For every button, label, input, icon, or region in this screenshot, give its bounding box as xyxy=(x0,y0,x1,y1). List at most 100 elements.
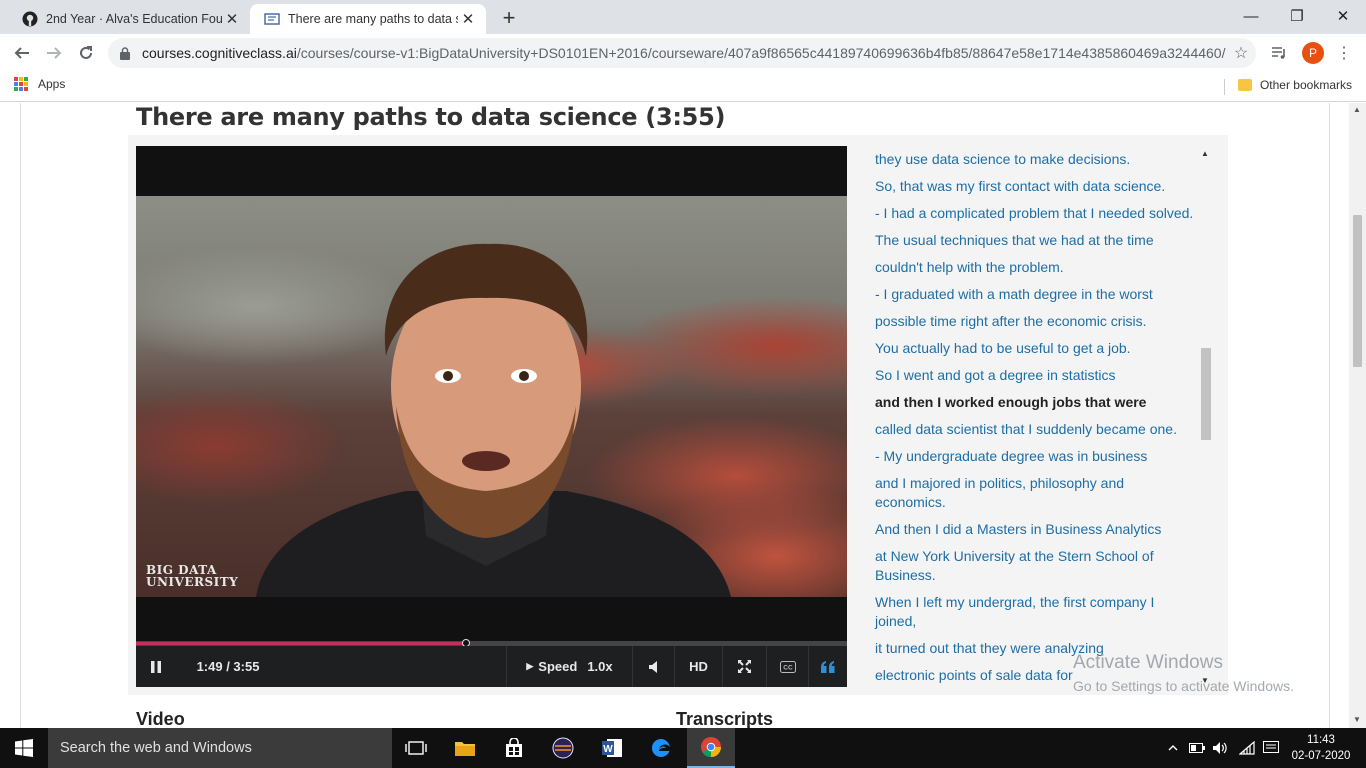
cc-icon: CC xyxy=(779,660,796,673)
transcript-line[interactable]: - I had a complicated problem that I nee… xyxy=(863,200,1198,227)
page-scrollbar[interactable]: ▲ ▼ xyxy=(1349,103,1366,728)
url-host: courses.cognitiveclass.ai xyxy=(142,45,297,61)
task-view-icon[interactable] xyxy=(392,728,440,768)
other-bookmarks-label: Other bookmarks xyxy=(1259,78,1352,92)
clock-time: 11:43 xyxy=(1307,734,1335,746)
start-button[interactable] xyxy=(0,728,48,768)
close-icon[interactable]: ✕ xyxy=(222,9,242,29)
svg-text:W: W xyxy=(603,744,613,755)
volume-tray-icon[interactable] xyxy=(1210,728,1232,768)
speed-label: Speed xyxy=(538,659,578,674)
eclipse-icon[interactable] xyxy=(539,728,587,768)
transcript-line[interactable]: You actually had to be useful to get a j… xyxy=(863,335,1198,362)
transcript-scrollbar[interactable]: ▲ ▼ xyxy=(1199,146,1213,687)
transcript-line[interactable]: at New York University at the Stern Scho… xyxy=(863,543,1198,589)
transcript-panel[interactable]: they use data science to make decisions.… xyxy=(863,146,1215,687)
menu-kebab-icon[interactable]: ⋮ xyxy=(1332,39,1356,67)
battery-icon[interactable] xyxy=(1186,728,1208,768)
speaker-figure xyxy=(256,243,731,597)
window-close-button[interactable]: ✕ xyxy=(1320,0,1366,32)
pause-button[interactable] xyxy=(142,646,170,687)
file-explorer-icon[interactable] xyxy=(441,728,489,768)
progress-fill xyxy=(136,642,466,645)
lock-icon xyxy=(120,46,134,60)
transcript-line[interactable]: couldn't help with the problem. xyxy=(863,254,1198,281)
fullscreen-button[interactable] xyxy=(722,646,766,687)
other-bookmarks[interactable]: Other bookmarks xyxy=(1237,78,1352,92)
transcript-line[interactable]: So, that was my first contact with data … xyxy=(863,173,1198,200)
volume-icon xyxy=(648,660,657,673)
hd-button[interactable]: HD xyxy=(674,646,722,687)
transcript-line[interactable]: And then I did a Masters in Business Ana… xyxy=(863,516,1198,543)
edge-icon[interactable] xyxy=(637,728,685,768)
clock-date: 02-07-2020 xyxy=(1291,750,1351,762)
folder-icon xyxy=(1237,79,1252,91)
bookmarks-bar: Apps Other bookmarks xyxy=(0,72,1366,102)
transcript-line[interactable]: they use data science to make decisions. xyxy=(863,146,1198,173)
fullscreen-icon xyxy=(738,660,751,673)
scroll-up-icon[interactable]: ▲ xyxy=(1353,105,1361,114)
apps-label: Apps xyxy=(38,77,66,91)
profile-avatar[interactable]: P xyxy=(1300,39,1326,67)
scroll-up-icon[interactable]: ▲ xyxy=(1201,149,1209,158)
transcript-scroll-thumb[interactable] xyxy=(1201,348,1211,440)
time-display: 1:49 / 3:55 xyxy=(196,659,260,674)
new-tab-button[interactable]: + xyxy=(496,5,522,30)
video-section-heading: Video xyxy=(136,709,185,728)
speed-value: 1.0x xyxy=(587,659,613,674)
transcript-line[interactable]: possible time right after the economic c… xyxy=(863,308,1198,335)
tray-chevron-icon[interactable] xyxy=(1164,728,1182,768)
page-scroll-thumb[interactable] xyxy=(1353,215,1362,367)
transcript-line[interactable]: - My undergraduate degree was in busines… xyxy=(863,443,1198,470)
captions-button[interactable]: CC xyxy=(766,646,808,687)
windows-logo-icon xyxy=(15,739,33,757)
word-icon[interactable]: W xyxy=(588,728,636,768)
page-viewport: There are many paths to data science (3:… xyxy=(0,103,1366,728)
minimize-button[interactable]: — xyxy=(1228,0,1274,32)
restore-button[interactable]: ❐ xyxy=(1274,0,1320,32)
transcript-line[interactable]: - I graduated with a math degree in the … xyxy=(863,281,1198,308)
volume-button[interactable] xyxy=(632,646,674,687)
tab-github[interactable]: 2nd Year · Alva's Education Found ✕ xyxy=(8,4,250,34)
back-button[interactable] xyxy=(8,39,36,67)
browser-toolbar: courses.cognitiveclass.ai/courses/course… xyxy=(0,34,1366,72)
bookmark-apps[interactable]: Apps xyxy=(14,77,65,91)
apps-grid-icon xyxy=(14,77,28,91)
video-controls: 1:49 / 3:55 ▶ Speed 1.0x HD CC xyxy=(136,646,847,687)
activate-windows-watermark: Activate Windows Go to Settings to activ… xyxy=(1073,652,1294,694)
media-control-icon[interactable] xyxy=(1266,39,1292,67)
quote-icon xyxy=(821,660,835,673)
notifications-icon[interactable] xyxy=(1260,728,1282,768)
transcript-line[interactable]: and I majored in politics, philosophy an… xyxy=(863,470,1198,516)
forward-button[interactable] xyxy=(40,39,68,67)
address-bar[interactable]: courses.cognitiveclass.ai/courses/course… xyxy=(108,38,1256,68)
transcript-line[interactable]: When I left my undergrad, the first comp… xyxy=(863,589,1198,635)
wifi-icon[interactable] xyxy=(1236,728,1258,768)
tab-title: 2nd Year · Alva's Education Found xyxy=(46,12,222,26)
transcript-line[interactable]: and then I worked enough jobs that were xyxy=(863,389,1198,416)
speed-button[interactable]: ▶ Speed 1.0x xyxy=(506,646,632,687)
svg-text:CC: CC xyxy=(783,664,793,671)
page-border-right xyxy=(1329,103,1330,728)
transcript-toggle-button[interactable] xyxy=(808,646,847,687)
taskbar-search[interactable]: Search the web and Windows xyxy=(48,728,392,768)
chrome-icon[interactable] xyxy=(687,728,735,768)
video-player[interactable]: BIG DATA UNIVERSITY 1:49 / 3:55 ▶ Speed … xyxy=(136,146,847,687)
video-frame[interactable]: BIG DATA UNIVERSITY xyxy=(136,196,847,597)
big-data-university-logo: BIG DATA UNIVERSITY xyxy=(146,563,239,589)
system-clock[interactable]: 11:43 02-07-2020 xyxy=(1290,732,1352,764)
transcript-line[interactable]: The usual techniques that we had at the … xyxy=(863,227,1198,254)
reload-button[interactable] xyxy=(72,39,100,67)
tab-course[interactable]: There are many paths to data sci ✕ xyxy=(250,4,486,34)
scroll-down-icon[interactable]: ▼ xyxy=(1353,715,1361,724)
url-path: /courses/course-v1:BigDataUniversity+DS0… xyxy=(296,45,1226,61)
transcript-line[interactable]: called data scientist that I suddenly be… xyxy=(863,416,1198,443)
close-icon[interactable]: ✕ xyxy=(458,9,478,29)
bookmark-divider xyxy=(1224,79,1225,95)
github-icon xyxy=(22,11,38,27)
transcript-line[interactable]: So I went and got a degree in statistics xyxy=(863,362,1198,389)
store-icon[interactable] xyxy=(490,728,538,768)
taskbar: Search the web and Windows W 11:43 02-07… xyxy=(0,728,1366,768)
tab-strip: 2nd Year · Alva's Education Found ✕ Ther… xyxy=(0,0,1366,34)
bookmark-star-icon[interactable]: ☆ xyxy=(1226,43,1256,63)
